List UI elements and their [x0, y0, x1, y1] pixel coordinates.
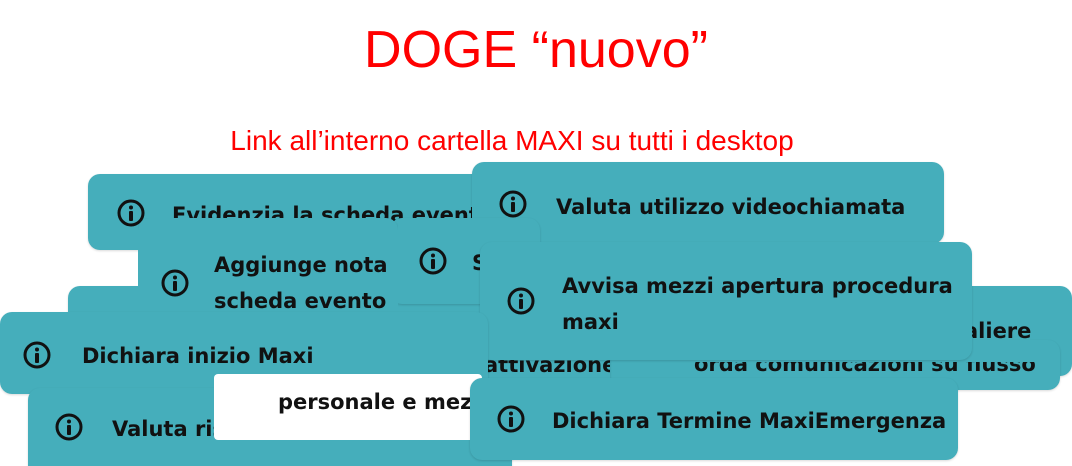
card-aggiunge-nota-line1: Aggiunge nota: [214, 253, 388, 277]
card-valuta-videochiamata-label: Valuta utilizzo videochiamata: [556, 195, 906, 219]
card-valuta-videochiamata[interactable]: Valuta utilizzo videochiamata: [472, 162, 944, 244]
info-icon: [498, 189, 528, 219]
info-icon: [54, 412, 84, 442]
info-icon: [506, 286, 536, 316]
card-dichiara-termine-label: Dichiara Termine MaxiEmergenza: [552, 409, 947, 433]
page-title: DOGE “nuovo”: [364, 21, 708, 79]
info-icon: [496, 404, 526, 434]
card-dichiara-inizio-label: Dichiara inizio Maxi: [82, 344, 314, 368]
card-avvisa-mezzi-line1: Avvisa mezzi apertura procedura: [562, 274, 953, 298]
card-valuta-ris-label: Valuta ris: [112, 417, 225, 441]
card-avvisa-mezzi-line2: maxi: [562, 310, 619, 334]
page-subtitle: Link all’interno cartella MAXI su tutti …: [230, 125, 794, 156]
info-icon: [418, 246, 448, 276]
info-icon: [22, 340, 52, 370]
card-dichiara-termine[interactable]: Dichiara Termine MaxiEmergenza: [470, 378, 958, 460]
info-icon: [160, 268, 190, 298]
card-avvisa-mezzi[interactable]: Avvisa mezzi apertura procedura maxi: [480, 242, 972, 360]
personale-mezzi-label: personale e mezzi: [278, 390, 492, 414]
